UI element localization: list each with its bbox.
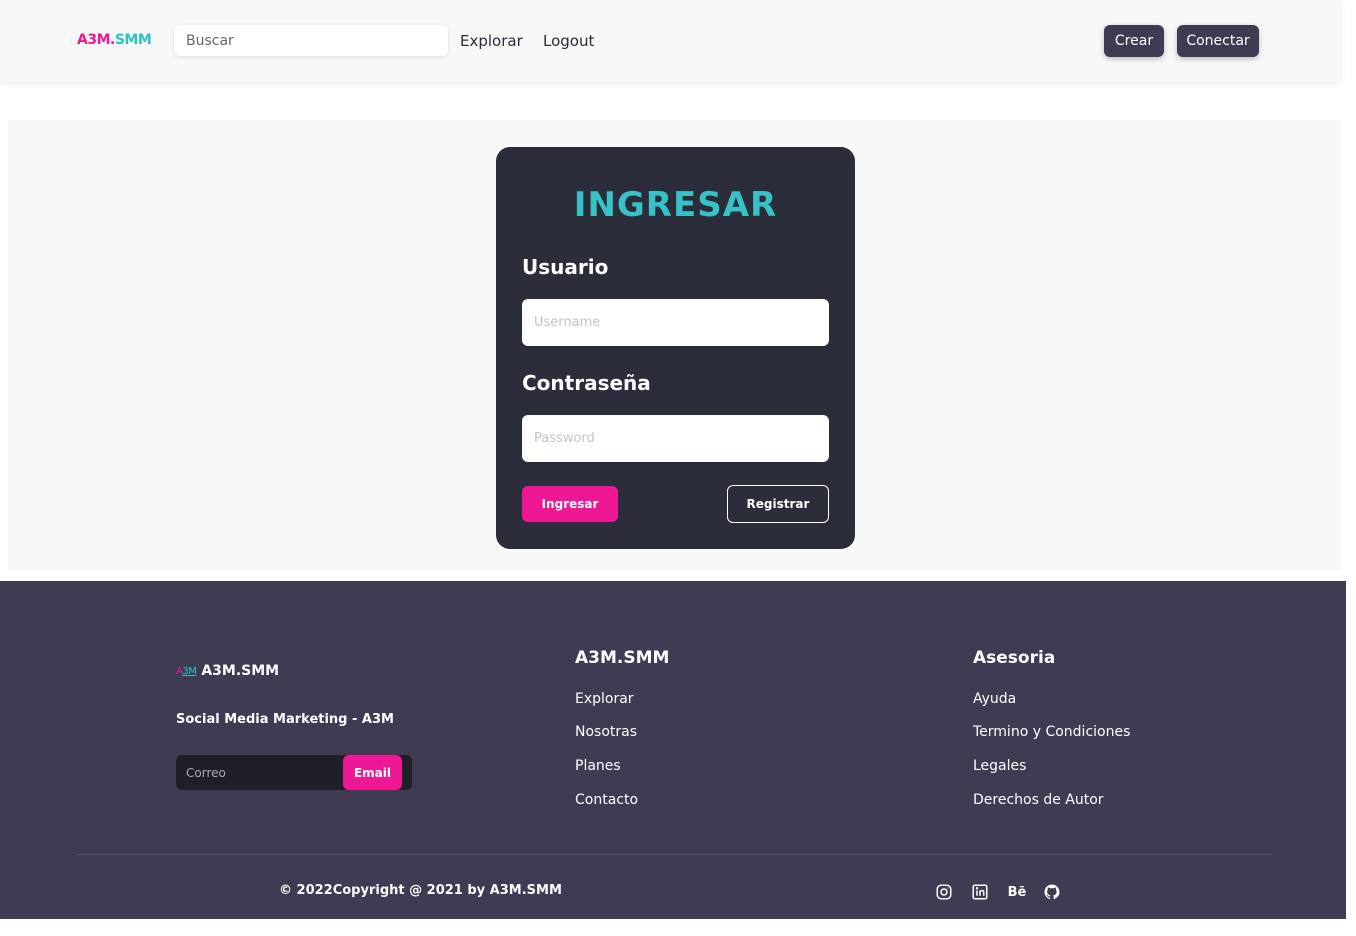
footer: A3M A3M.SMM Social Media Marketing - A3M… <box>0 581 1346 919</box>
brand-logo-part2: SMM <box>114 32 152 48</box>
footer-col1-title: A3M.SMM <box>575 648 670 668</box>
nav-explorar-link[interactable]: Explorar <box>460 32 523 50</box>
linkedin-icon[interactable] <box>971 883 989 901</box>
search-input[interactable] <box>174 25 448 56</box>
behance-icon[interactable]: Bē <box>1006 883 1028 901</box>
footer-logo-text: A3M.SMM <box>201 663 280 679</box>
login-submit-button[interactable]: Ingresar <box>522 486 618 522</box>
footer-divider <box>76 854 1272 855</box>
newsletter-email-input[interactable] <box>176 755 343 790</box>
instagram-icon[interactable] <box>935 883 953 901</box>
footer-link-nosotras[interactable]: Nosotras <box>575 724 637 740</box>
login-card: INGRESAR Usuario Contraseña Ingresar Reg… <box>496 147 855 549</box>
footer-copyright: © 2022Copyright @ 2021 by A3M.SMM <box>279 883 562 898</box>
create-button[interactable]: Crear <box>1104 25 1164 57</box>
password-input[interactable] <box>522 415 829 462</box>
brand-logo[interactable]: A3M.SMM <box>77 32 152 48</box>
username-label: Usuario <box>522 255 609 279</box>
newsletter-email-button[interactable]: Email <box>343 755 402 790</box>
footer-logo-mark-b: 3M <box>182 665 197 677</box>
brand-logo-part1: A3M. <box>77 32 115 48</box>
footer-link-terminos[interactable]: Termino y Condiciones <box>973 724 1130 740</box>
register-button[interactable]: Registrar <box>727 485 829 523</box>
username-input[interactable] <box>522 299 829 346</box>
footer-logo-mark: A3M <box>176 665 197 677</box>
connect-button[interactable]: Conectar <box>1177 25 1259 57</box>
footer-logo[interactable]: A3M A3M.SMM <box>176 663 279 679</box>
footer-link-explorar[interactable]: Explorar <box>575 691 634 707</box>
github-icon[interactable] <box>1043 883 1061 901</box>
login-title: INGRESAR <box>573 185 778 225</box>
footer-link-contacto[interactable]: Contacto <box>575 792 638 808</box>
footer-link-legales[interactable]: Legales <box>973 758 1026 774</box>
footer-link-planes[interactable]: Planes <box>575 758 621 774</box>
footer-tagline: Social Media Marketing - A3M <box>176 712 394 727</box>
footer-col2-title: Asesoria <box>973 648 1056 668</box>
nav-logout-link[interactable]: Logout <box>543 32 594 50</box>
newsletter-form: Email <box>176 755 412 790</box>
behance-icon-text: Bē <box>1007 884 1027 900</box>
footer-link-derechos[interactable]: Derechos de Autor <box>973 792 1104 808</box>
password-label: Contraseña <box>522 371 651 395</box>
top-navbar: A3M.SMM Explorar Logout Crear Conectar <box>0 0 1341 82</box>
footer-link-ayuda[interactable]: Ayuda <box>973 691 1016 707</box>
